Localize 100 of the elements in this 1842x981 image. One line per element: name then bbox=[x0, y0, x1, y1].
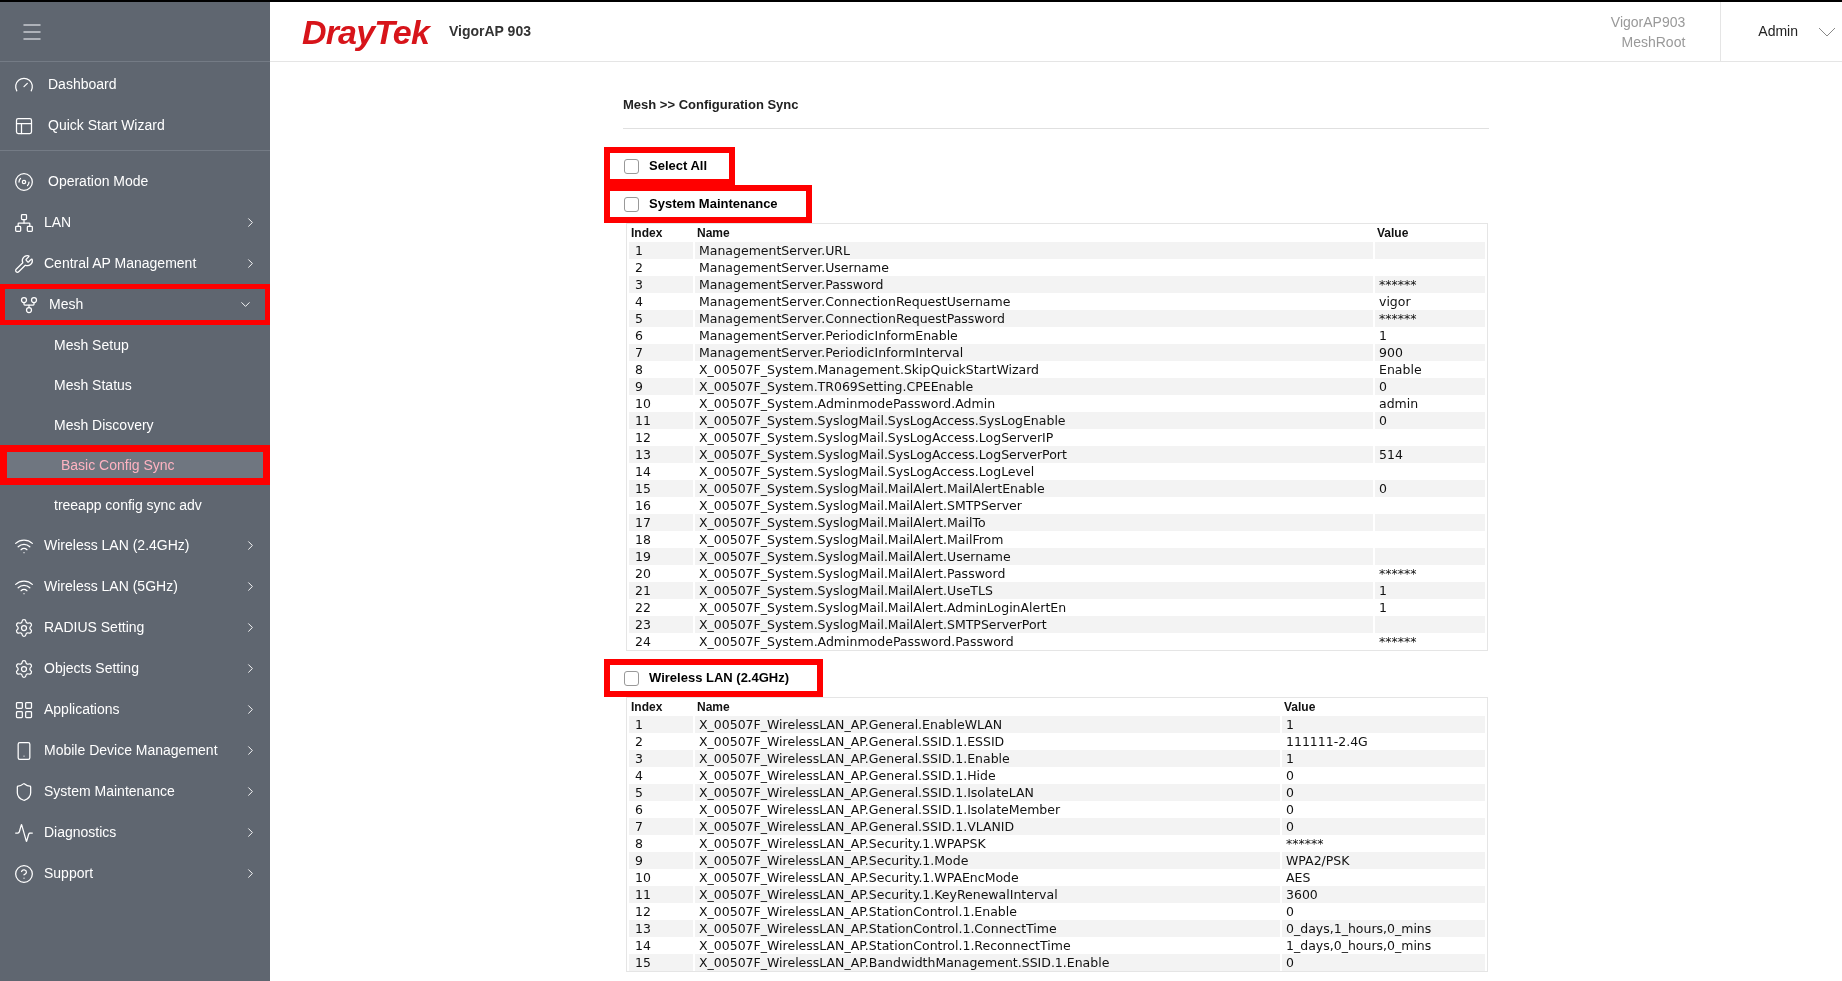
table-cell: ManagementServer.ConnectionRequestPassword bbox=[695, 310, 1373, 327]
table-cell: 1 bbox=[1282, 750, 1485, 767]
table-cell: X_00507F_System.SyslogMail.SysLogAccess.SysLogEnable bbox=[695, 412, 1373, 429]
column-header: Index bbox=[630, 699, 664, 716]
table-cell: X_00507F_System.TR069Setting.CPEEnable bbox=[695, 378, 1373, 395]
sidebar-item[interactable]: Central AP Management bbox=[0, 243, 270, 284]
table-cell: 13 bbox=[629, 446, 693, 463]
sidebar-item[interactable]: Wireless LAN (2.4GHz) bbox=[0, 525, 270, 566]
table-cell: 11 bbox=[629, 412, 693, 429]
table-cell: WPA2/PSK bbox=[1282, 852, 1485, 869]
sidebar-item[interactable]: System Maintenance bbox=[0, 771, 270, 812]
table-cell: 1 bbox=[629, 716, 693, 733]
sidebar-item[interactable]: Wireless LAN (5GHz) bbox=[0, 566, 270, 607]
grid-icon bbox=[14, 699, 34, 720]
table-cell: X_00507F_System.SyslogMail.MailAlert.UseTLS bbox=[695, 582, 1373, 599]
table-cell: 1 bbox=[629, 242, 693, 259]
window-icon bbox=[14, 115, 34, 136]
table-cell: 900 bbox=[1375, 344, 1485, 361]
sidebar-item[interactable]: Operation Mode bbox=[0, 161, 270, 202]
select-all-option[interactable]: Select All bbox=[604, 147, 736, 185]
checkbox[interactable] bbox=[624, 158, 639, 174]
table-cell: 15 bbox=[629, 954, 693, 971]
chevron-down-icon bbox=[1818, 26, 1836, 37]
table-cell: ManagementServer.URL bbox=[695, 242, 1373, 259]
table-cell: 9 bbox=[629, 378, 693, 395]
sidebar-item[interactable]: RADIUS Setting bbox=[0, 607, 270, 648]
model-name: VigorAP 903 bbox=[449, 22, 531, 41]
table-cell: X_00507F_WirelessLAN_AP.General.EnableWLAN bbox=[695, 716, 1280, 733]
table-cell: 5 bbox=[629, 784, 693, 801]
table-cell: X_00507F_System.SyslogMail.MailAlert.MailTo bbox=[695, 514, 1373, 531]
column-header: Name bbox=[696, 225, 731, 242]
gear-icon bbox=[14, 617, 34, 638]
table-cell: 3 bbox=[629, 276, 693, 293]
submenu-item[interactable]: Mesh Discovery bbox=[0, 405, 270, 445]
breadcrumb: Mesh >> Configuration Sync bbox=[623, 97, 799, 112]
table-cell: X_00507F_WirelessLAN_AP.General.SSID.1.VLANID bbox=[695, 818, 1280, 835]
table-cell: 1 bbox=[1375, 582, 1485, 599]
table-cell: 1 bbox=[1282, 716, 1485, 733]
table-cell: X_00507F_WirelessLAN_AP.General.SSID.1.IsolateLAN bbox=[695, 784, 1280, 801]
column-header: Value bbox=[1376, 225, 1410, 242]
table-cell: 0 bbox=[1282, 784, 1485, 801]
sidebar-item[interactable]: Dashboard bbox=[0, 64, 270, 105]
table-cell: 23 bbox=[629, 616, 693, 633]
gear-icon bbox=[14, 658, 34, 679]
table-cell: X_00507F_WirelessLAN_AP.StationControl.1.ConnectTime bbox=[695, 920, 1280, 937]
sidebar-item[interactable]: Support bbox=[0, 853, 270, 894]
shield-icon bbox=[14, 781, 34, 802]
device-name: VigorAP903 bbox=[1610, 12, 1686, 32]
checkbox[interactable] bbox=[624, 670, 639, 686]
table-cell: 17 bbox=[629, 514, 693, 531]
table-cell: X_00507F_WirelessLAN_AP.Security.1.Mode bbox=[695, 852, 1280, 869]
table-cell: X_00507F_WirelessLAN_AP.Security.1.KeyRenewalInterval bbox=[695, 886, 1280, 903]
table-cell: ManagementServer.Password bbox=[695, 276, 1373, 293]
wrench-icon bbox=[14, 253, 34, 274]
sidebar-item[interactable]: Mesh bbox=[0, 284, 270, 325]
help-icon bbox=[14, 863, 34, 884]
network-icon bbox=[14, 212, 34, 233]
column-header: Value bbox=[1283, 699, 1317, 716]
sidebar-item[interactable]: Objects Setting bbox=[0, 648, 270, 689]
table-cell: 0 bbox=[1375, 412, 1485, 429]
logo: DrayTek bbox=[302, 14, 429, 49]
table-cell: 3 bbox=[629, 750, 693, 767]
fork-icon bbox=[19, 294, 39, 315]
table-cell: 0_days,1_hours,0_mins bbox=[1282, 920, 1485, 937]
table-cell: 7 bbox=[629, 818, 693, 835]
table-cell: X_00507F_System.SyslogMail.SysLogAccess.LogServerPort bbox=[695, 446, 1373, 463]
user-menu[interactable]: Admin bbox=[1721, 21, 1842, 42]
submenu-item[interactable]: treeapp config sync adv bbox=[0, 485, 270, 525]
table-cell: 15 bbox=[629, 480, 693, 497]
table-cell: 0 bbox=[1282, 954, 1485, 971]
checkbox[interactable] bbox=[624, 196, 639, 212]
sidebar-item[interactable]: Diagnostics bbox=[0, 812, 270, 853]
table-cell: 5 bbox=[629, 310, 693, 327]
table-cell: 11 bbox=[629, 886, 693, 903]
sidebar-item[interactable]: Quick Start Wizard bbox=[0, 105, 270, 146]
table-cell: X_00507F_WirelessLAN_AP.BandwidthManagement.SSID.1.Enable bbox=[695, 954, 1280, 971]
table-cell: 3600 bbox=[1282, 886, 1485, 903]
section-option[interactable]: System Maintenance bbox=[604, 185, 812, 223]
table-cell: 0 bbox=[1375, 378, 1485, 395]
table-cell: X_00507F_WirelessLAN_AP.General.SSID.1.Enable bbox=[695, 750, 1280, 767]
device-role: MeshRoot bbox=[1621, 32, 1686, 52]
section-option[interactable]: Wireless LAN (2.4GHz) bbox=[604, 659, 824, 697]
table-cell: 514 bbox=[1375, 446, 1485, 463]
sidebar-item[interactable]: LAN bbox=[0, 202, 270, 243]
table-cell: 21 bbox=[629, 582, 693, 599]
sidebar-item[interactable]: Mobile Device Management bbox=[0, 730, 270, 771]
table-cell: X_00507F_System.SyslogMail.MailAlert.SMTPServerPort bbox=[695, 616, 1373, 633]
submenu-item[interactable]: Mesh Setup bbox=[0, 325, 270, 365]
table-cell: ****** bbox=[1375, 276, 1485, 293]
column-header: Name bbox=[696, 699, 731, 716]
table-cell: 0 bbox=[1375, 480, 1485, 497]
sidebar-item[interactable]: Applications bbox=[0, 689, 270, 730]
column-header: Index bbox=[630, 225, 664, 242]
table-cell: X_00507F_System.SyslogMail.MailAlert.Username bbox=[695, 548, 1373, 565]
table-cell: 0 bbox=[1282, 818, 1485, 835]
submenu-item[interactable]: Mesh Status bbox=[0, 365, 270, 405]
table-cell: ****** bbox=[1375, 310, 1485, 327]
table-cell: 7 bbox=[629, 344, 693, 361]
disc-icon bbox=[14, 171, 34, 192]
table-cell: X_00507F_System.SyslogMail.MailAlert.MailAlertEnable bbox=[695, 480, 1373, 497]
